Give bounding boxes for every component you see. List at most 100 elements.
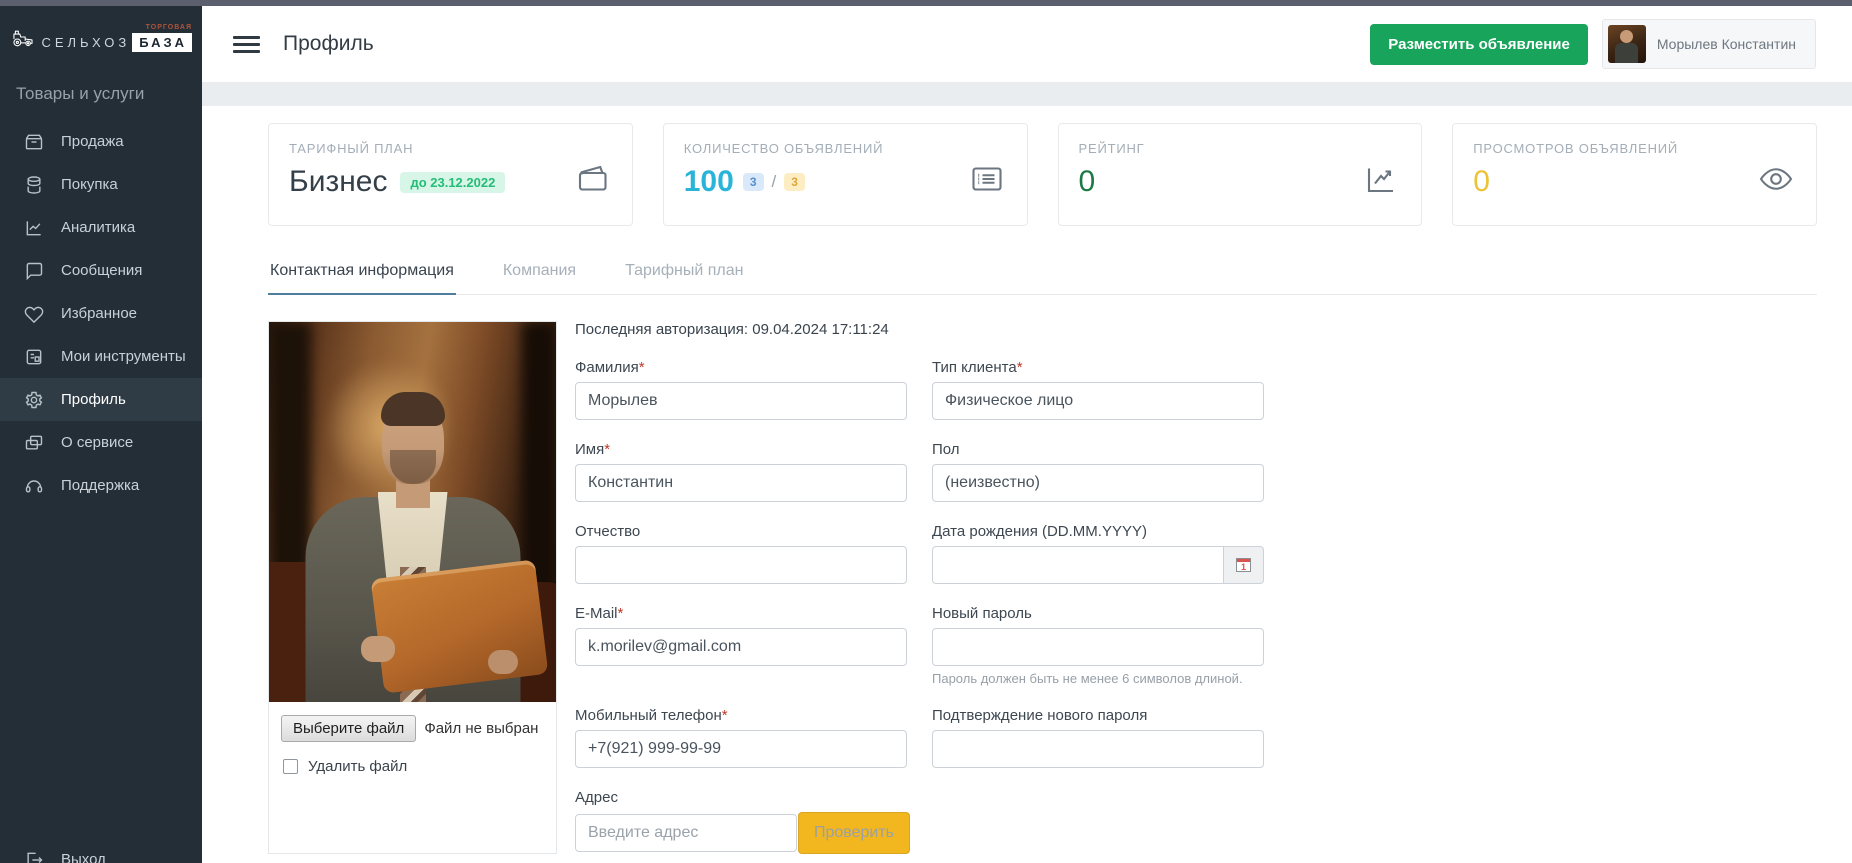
sidebar-item-favorites[interactable]: Избранное	[0, 292, 202, 335]
sidebar-item-label: Покупка	[61, 176, 118, 193]
profile-photo	[269, 322, 556, 702]
main-content: ТАРИФНЫЙ ПЛАН Бизнес до 23.12.2022 КОЛИЧ…	[202, 106, 1852, 854]
sidebar-item-label: О сервисе	[61, 434, 133, 451]
tariff-expiry-badge: до 23.12.2022	[400, 172, 505, 193]
last-name-input[interactable]	[575, 382, 907, 420]
gender-label: Пол	[932, 441, 1264, 458]
sidebar-item-tools[interactable]: Мои инструменты	[0, 335, 202, 378]
ads-separator: /	[772, 172, 777, 192]
birth-date-input[interactable]	[932, 546, 1224, 584]
brand-name-part2: БАЗА	[132, 33, 192, 52]
last-auth-text: Последняя авторизация: 09.04.2024 17:11:…	[575, 321, 1817, 338]
sidebar-item-label: Аналитика	[61, 219, 135, 236]
hamburger-menu-icon[interactable]	[233, 36, 260, 53]
logout-icon	[24, 850, 44, 863]
first-name-group: Имя*	[575, 441, 907, 502]
brand-logo[interactable]: ТОРГОВАЯ СЕЛЬХОЗ БАЗА	[0, 6, 202, 66]
rating-value: 0	[1079, 165, 1096, 199]
confirm-password-group: Подтверждение нового пароля	[932, 707, 1264, 768]
sidebar-item-label: Избранное	[61, 305, 137, 322]
user-name: Морылев Константин	[1646, 36, 1810, 52]
wallet-icon	[574, 161, 610, 197]
last-name-label: Фамилия	[575, 359, 639, 376]
email-input[interactable]	[575, 628, 907, 666]
sidebar-item-label: Поддержка	[61, 477, 139, 494]
sidebar-item-purchase[interactable]: Покупка	[0, 163, 202, 206]
gender-input[interactable]	[932, 464, 1264, 502]
ads-count-value: 100	[684, 165, 734, 199]
ads-count-card: КОЛИЧЕСТВО ОБЪЯВЛЕНИЙ 100 3 / 3	[663, 123, 1028, 226]
first-name-input[interactable]	[575, 464, 907, 502]
sidebar-item-label: Выход	[61, 851, 106, 863]
sidebar-item-label: Мои инструменты	[61, 348, 186, 365]
address-group: Адрес Проверить	[575, 789, 907, 854]
list-icon	[969, 161, 1005, 197]
brand-tagline: ТОРГОВАЯ	[146, 24, 192, 31]
tab-company[interactable]: Компания	[501, 251, 578, 294]
phone-input[interactable]	[575, 730, 907, 768]
required-mark: *	[604, 441, 610, 458]
views-card: ПРОСМОТРОВ ОБЪЯВЛЕНИЙ 0	[1452, 123, 1817, 226]
support-icon	[24, 476, 44, 496]
delete-file-label: Удалить файл	[308, 758, 407, 775]
client-type-input[interactable]	[932, 382, 1264, 420]
sidebar-item-label: Продажа	[61, 133, 124, 150]
tab-contact-info[interactable]: Контактная информация	[268, 251, 456, 295]
tab-tariff-plan[interactable]: Тарифный план	[623, 251, 745, 294]
user-avatar	[1608, 25, 1646, 63]
new-password-label: Новый пароль	[932, 605, 1264, 622]
file-status-text: Файл не выбран	[424, 720, 538, 737]
photo-panel: Выберите файл Файл не выбран Удалить фай…	[268, 321, 557, 854]
tariff-label: ТАРИФНЫЙ ПЛАН	[289, 141, 505, 156]
sale-icon	[24, 132, 44, 152]
header-divider-band	[202, 82, 1852, 106]
sidebar-item-support[interactable]: Поддержка	[0, 464, 202, 507]
sidebar-item-messages[interactable]: Сообщения	[0, 249, 202, 292]
phone-group: Мобильный телефон*	[575, 707, 907, 768]
user-menu[interactable]: Морылев Константин	[1602, 19, 1816, 69]
sidebar-item-logout[interactable]: Выход	[0, 838, 202, 863]
top-header: Профиль Разместить объявление Морылев Ко…	[202, 0, 1852, 82]
eye-icon	[1758, 161, 1794, 197]
sidebar-item-sale[interactable]: Продажа	[0, 120, 202, 163]
sidebar-item-profile[interactable]: Профиль	[0, 378, 202, 421]
delete-file-checkbox[interactable]	[283, 759, 298, 774]
brand-name-part1: СЕЛЬХОЗ	[41, 35, 130, 50]
browser-top-strip	[0, 0, 1852, 6]
new-password-group: Новый пароль Пароль должен быть не менее…	[932, 605, 1264, 686]
messages-icon	[24, 261, 44, 281]
birth-date-group: Дата рождения (DD.MM.YYYY)	[932, 523, 1264, 584]
views-value: 0	[1473, 165, 1490, 199]
gear-icon	[24, 390, 44, 410]
ads-used-badge: 3	[743, 173, 764, 191]
sidebar-item-about[interactable]: О сервисе	[0, 421, 202, 464]
middle-name-label: Отчество	[575, 523, 907, 540]
client-type-group: Тип клиента*	[932, 359, 1264, 420]
address-input[interactable]	[575, 814, 797, 852]
required-mark: *	[639, 359, 645, 376]
sidebar-section-title: Товары и услуги	[0, 66, 202, 118]
sidebar-item-label: Сообщения	[61, 262, 142, 279]
tractor-icon	[12, 20, 33, 56]
chart-up-icon	[1363, 161, 1399, 197]
middle-name-group: Отчество	[575, 523, 907, 584]
first-name-label: Имя	[575, 441, 604, 458]
calendar-button[interactable]	[1224, 546, 1264, 584]
choose-file-button[interactable]: Выберите файл	[281, 715, 416, 742]
email-group: E-Mail*	[575, 605, 907, 686]
client-type-label: Тип клиента	[932, 359, 1017, 376]
sidebar-item-analytics[interactable]: Аналитика	[0, 206, 202, 249]
ads-total-badge: 3	[784, 173, 805, 191]
birth-date-label: Дата рождения (DD.MM.YYYY)	[932, 523, 1264, 540]
middle-name-input[interactable]	[575, 546, 907, 584]
address-check-button[interactable]: Проверить	[798, 812, 910, 854]
new-password-input[interactable]	[932, 628, 1264, 666]
tariff-value: Бизнес	[289, 165, 387, 199]
required-mark: *	[618, 605, 624, 622]
last-name-group: Фамилия*	[575, 359, 907, 420]
sidebar: ТОРГОВАЯ СЕЛЬХОЗ БАЗА Товары и услуги Пр…	[0, 0, 202, 863]
required-mark: *	[1017, 359, 1023, 376]
confirm-password-input[interactable]	[932, 730, 1264, 768]
post-ad-button[interactable]: Разместить объявление	[1370, 24, 1588, 65]
stats-cards: ТАРИФНЫЙ ПЛАН Бизнес до 23.12.2022 КОЛИЧ…	[268, 123, 1817, 226]
